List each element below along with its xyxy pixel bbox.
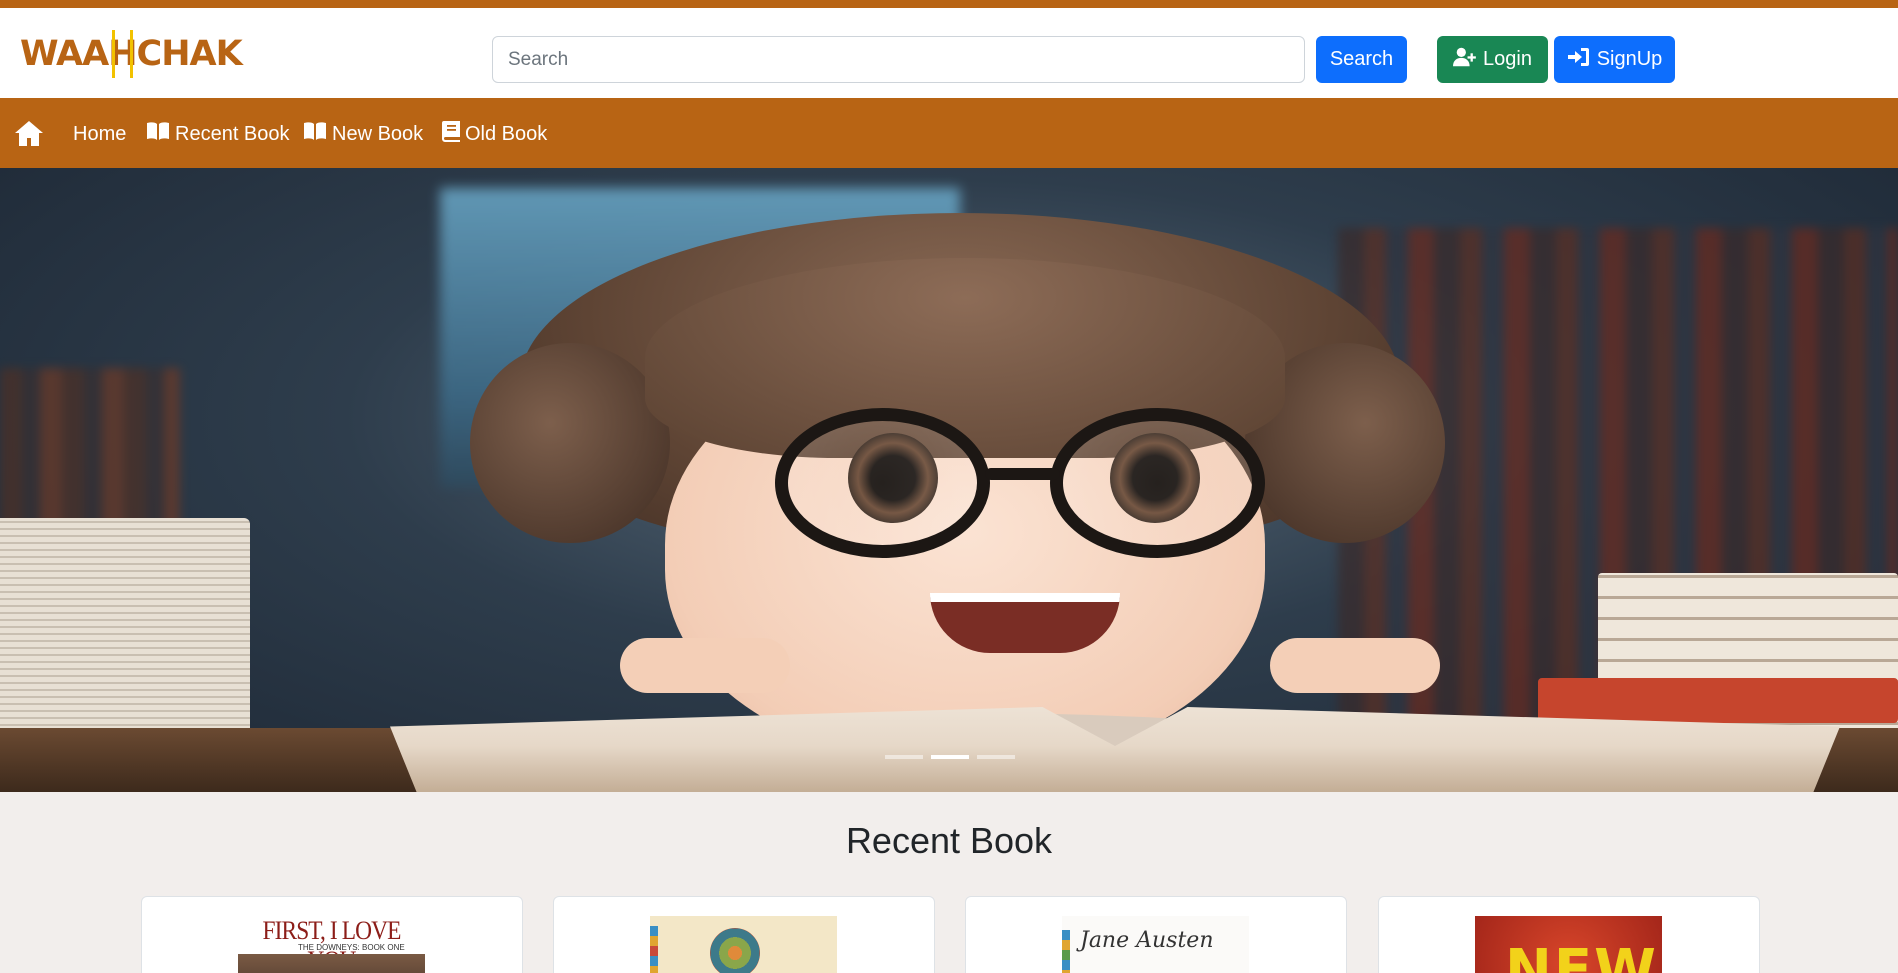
book-cover[interactable]: NEW [1475,916,1662,973]
site-logo[interactable]: WAAHCHAK [20,30,243,78]
carousel-indicator-3[interactable] [977,755,1015,759]
book-icon [442,120,460,148]
login-button-label: Login [1483,48,1532,70]
book-card[interactable]: FIRST, I LOVE YOU THE DOWNEYS: BOOK ONE [141,896,523,973]
sign-in-icon [1567,46,1591,74]
hero-paper-stack [0,518,250,738]
nav-item-label: Recent Book [175,122,290,145]
hero-red-book [1538,678,1898,723]
book-open-icon [146,121,170,147]
book-cover-tree-illustration [710,928,760,973]
site-header: WAAHCHAK Search Login SignUp [0,8,1898,98]
book-cover-flags [650,926,658,973]
hero-girl-bun-left [470,343,670,543]
hero-girl-hand [620,638,790,693]
main-nav: Home Recent Book New Book Old Book [0,98,1898,168]
hero-girl-smile [930,593,1120,653]
signup-button-label: SignUp [1596,48,1663,70]
carousel-indicator-2[interactable] [931,755,969,759]
search-button-label: Search [1329,48,1394,70]
book-card[interactable]: Jane Austen [965,896,1347,973]
hero-girl-glasses [775,408,990,558]
user-plus-icon [1453,46,1477,74]
nav-item-recent-book[interactable]: Recent Book [146,120,290,148]
hero-girl-hand [1270,638,1440,693]
book-cover-flags [1062,930,1070,973]
nav-item-old-book[interactable]: Old Book [442,120,547,148]
book-card[interactable] [553,896,935,973]
book-card[interactable]: NEW [1378,896,1760,973]
carousel-indicator-1[interactable] [885,755,923,759]
search-input[interactable] [492,36,1305,83]
hero-girl-glasses [1050,408,1265,558]
book-cover-image [238,954,425,973]
hero-girl-glasses-bridge [985,468,1060,480]
login-button[interactable]: Login [1437,36,1548,83]
book-cover-subtitle: THE DOWNEYS: BOOK ONE [298,943,405,952]
header-accent-bar [0,0,1898,8]
book-cover[interactable]: Jane Austen [1062,916,1249,973]
nav-item-label: New Book [332,122,424,145]
book-cover[interactable]: FIRST, I LOVE YOU THE DOWNEYS: BOOK ONE [238,916,425,973]
book-cover-title: NEW [1505,938,1658,973]
book-cover[interactable] [650,916,837,973]
carousel-indicators [885,755,1015,759]
book-cover-title: Jane Austen [1080,928,1214,953]
nav-item-label: Old Book [465,122,548,145]
book-open-icon [303,121,327,147]
logo-text: WAAHCHAK [20,30,243,78]
home-icon[interactable] [14,120,44,147]
signup-button[interactable]: SignUp [1554,36,1675,83]
recent-book-heading: Recent Book [845,820,1053,861]
search-button[interactable]: Search [1316,36,1407,83]
nav-item-new-book[interactable]: New Book [303,120,423,148]
nav-item-home[interactable]: Home [73,120,126,148]
hero-carousel[interactable] [0,168,1898,792]
nav-item-label: Home [73,122,127,145]
